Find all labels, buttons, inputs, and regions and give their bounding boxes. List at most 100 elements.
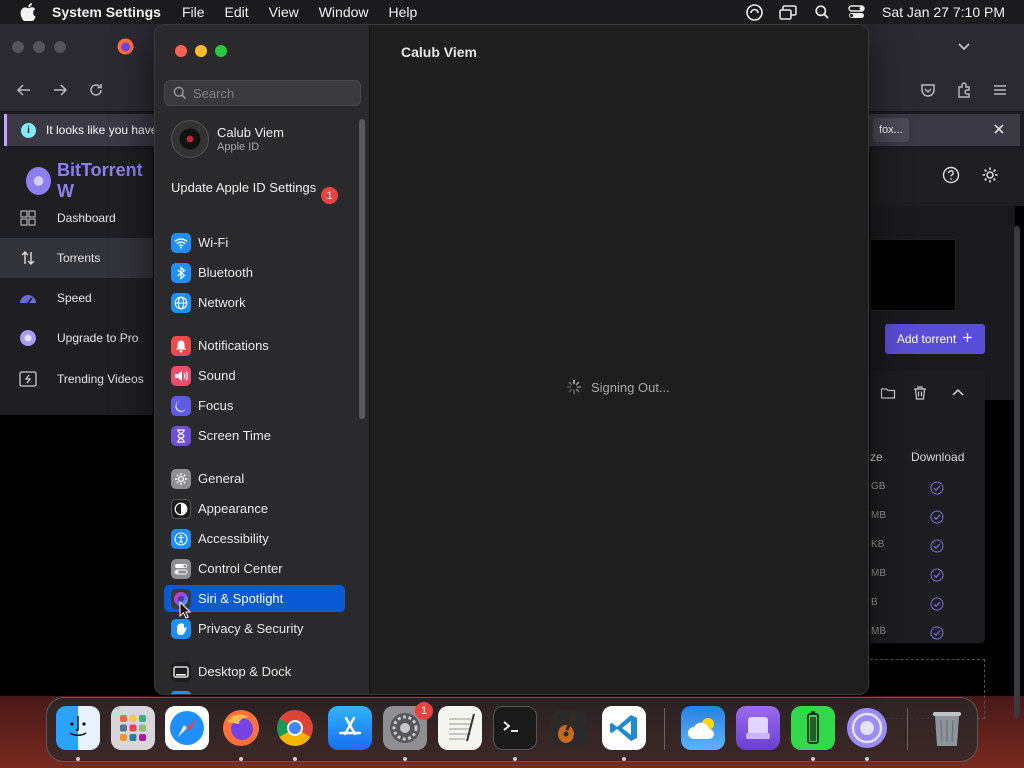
menu-window[interactable]: Window — [319, 4, 369, 20]
sidebar-item-notifications[interactable]: Notifications — [164, 332, 345, 359]
trash-icon[interactable] — [912, 385, 928, 401]
sidebar-item-siri-spotlight[interactable]: Siri & Spotlight — [164, 585, 345, 612]
weather-icon[interactable] — [681, 706, 725, 750]
running-indicator — [865, 757, 869, 761]
sidebar-item-label: Control Center — [198, 561, 283, 576]
page-scrollbar[interactable] — [1014, 226, 1020, 718]
bittorrent-header-right — [870, 150, 1024, 206]
menu-view[interactable]: View — [269, 4, 299, 20]
download-complete-check-icon — [930, 539, 944, 553]
menu-clock[interactable]: Sat Jan 27 7:10 PM — [882, 4, 1005, 20]
sidebar-item-bluetooth[interactable]: Bluetooth — [164, 259, 345, 286]
launchpad-icon[interactable] — [111, 706, 155, 750]
sidebar-item-label: General — [198, 471, 245, 486]
close-icon[interactable] — [992, 122, 1006, 136]
browser-close-button[interactable] — [12, 41, 24, 53]
settings-content-pane: Calub Viem Signing Out... — [371, 25, 868, 694]
hamburger-menu-icon[interactable] — [991, 81, 1009, 99]
sidebar-item-network[interactable]: Network — [164, 289, 345, 316]
terminal-icon[interactable] — [493, 706, 537, 750]
sidebar-scrollbar[interactable] — [359, 119, 365, 419]
sidebar-item-wifi[interactable]: Wi-Fi — [164, 229, 345, 256]
download-column-header[interactable]: Download — [911, 450, 964, 464]
infobar-action-button[interactable]: fox... — [873, 118, 909, 142]
safari-icon[interactable] — [165, 706, 209, 750]
sidebar-item-general[interactable]: General — [164, 465, 345, 492]
bt-nav-torrents[interactable]: Torrents — [0, 238, 153, 278]
trash-icon[interactable] — [925, 706, 969, 750]
textedit-icon[interactable] — [438, 706, 482, 750]
speedometer-icon — [19, 289, 37, 307]
sidebar-item-label: Appearance — [198, 501, 269, 516]
pocket-icon[interactable] — [919, 81, 937, 99]
finder-icon[interactable] — [56, 706, 100, 750]
browser-zoom-button[interactable] — [54, 41, 66, 53]
sidebar-item-sound[interactable]: Sound — [164, 362, 345, 389]
hand-icon — [171, 618, 191, 639]
bt-nav-speed[interactable]: Speed — [0, 278, 153, 318]
disk-utility-icon[interactable] — [736, 706, 780, 750]
screen-mirroring-icon[interactable] — [778, 3, 798, 21]
sidebar-item-control-center[interactable]: Control Center — [164, 555, 345, 582]
download-complete-check-icon — [930, 626, 944, 640]
bt-nav-label: Dashboard — [57, 211, 116, 225]
sidebar-item-screen-time[interactable]: Screen Time — [164, 422, 345, 449]
running-indicator — [513, 757, 517, 761]
hourglass-icon — [171, 425, 191, 446]
menu-help[interactable]: Help — [389, 4, 418, 20]
back-arrow-icon[interactable] — [15, 81, 33, 99]
update-apple-id-settings[interactable]: Update Apple ID Settings — [171, 180, 341, 196]
app-store-icon[interactable] — [328, 706, 372, 750]
reload-icon[interactable] — [87, 81, 105, 99]
bt-nav-label: Upgrade to Pro — [57, 331, 139, 345]
firefox-tab-icon[interactable] — [117, 38, 134, 55]
settings-search-box[interactable] — [164, 80, 361, 106]
window-zoom-button[interactable] — [215, 45, 227, 57]
globe-icon — [171, 292, 191, 313]
sidebar-item-privacy-security[interactable]: Privacy & Security — [164, 615, 345, 642]
folder-icon[interactable] — [880, 385, 896, 401]
sidebar-item-accessibility[interactable]: Accessibility — [164, 525, 345, 552]
sidebar-item-label: Bluetooth — [198, 265, 253, 280]
notification-badge: 1 — [321, 187, 338, 204]
menu-app-name[interactable]: System Settings — [52, 4, 161, 20]
running-indicator — [811, 757, 815, 761]
apple-id-account[interactable]: Calub Viem Apple ID — [171, 120, 284, 158]
moon-icon — [171, 395, 191, 416]
bt-nav-dashboard[interactable]: Dashboard — [0, 198, 153, 238]
menu-edit[interactable]: Edit — [225, 4, 249, 20]
sidebar-item-focus[interactable]: Focus — [164, 392, 345, 419]
sidebar-item-desktop-dock[interactable]: Desktop & Dock — [164, 658, 345, 685]
size-cell: MB — [871, 626, 886, 637]
bt-nav-trending-videos[interactable]: Trending Videos — [0, 359, 153, 399]
vscode-icon[interactable] — [602, 706, 646, 750]
chrome-icon[interactable] — [273, 706, 317, 750]
spotlight-search-icon[interactable] — [812, 3, 832, 21]
firefox-icon[interactable] — [219, 706, 263, 750]
sidebar-item-label: Screen Time — [198, 428, 271, 443]
control-center-icon[interactable] — [846, 3, 866, 21]
browser-minimize-button[interactable] — [33, 41, 45, 53]
apple-menu-icon[interactable] — [18, 2, 38, 22]
search-input[interactable] — [193, 85, 353, 101]
menu-file[interactable]: File — [182, 4, 205, 20]
download-complete-check-icon — [930, 510, 944, 524]
size-column-header[interactable]: ze — [870, 450, 883, 464]
battery-app-icon[interactable] — [791, 706, 835, 750]
gear-icon[interactable] — [981, 166, 999, 184]
extensions-icon[interactable] — [955, 81, 973, 99]
help-icon[interactable] — [942, 166, 960, 184]
sidebar-item-appearance[interactable]: Appearance — [164, 495, 345, 522]
bittorrent-status-icon[interactable] — [744, 3, 764, 21]
forward-arrow-icon[interactable] — [51, 81, 69, 99]
bittorrent-logo: BitTorrent W — [26, 160, 153, 202]
window-minimize-button[interactable] — [195, 45, 207, 57]
window-close-button[interactable] — [175, 45, 187, 57]
chevron-up-icon[interactable] — [950, 385, 966, 401]
garageband-icon[interactable] — [547, 706, 591, 750]
add-torrent-button[interactable]: Add torrent — [885, 324, 985, 354]
bt-nav-upgrade[interactable]: Upgrade to Pro — [0, 318, 153, 358]
chevron-down-icon[interactable] — [956, 38, 972, 54]
sidebar-item-label: Siri & Spotlight — [198, 591, 284, 606]
bittorrent-icon[interactable] — [845, 706, 889, 750]
